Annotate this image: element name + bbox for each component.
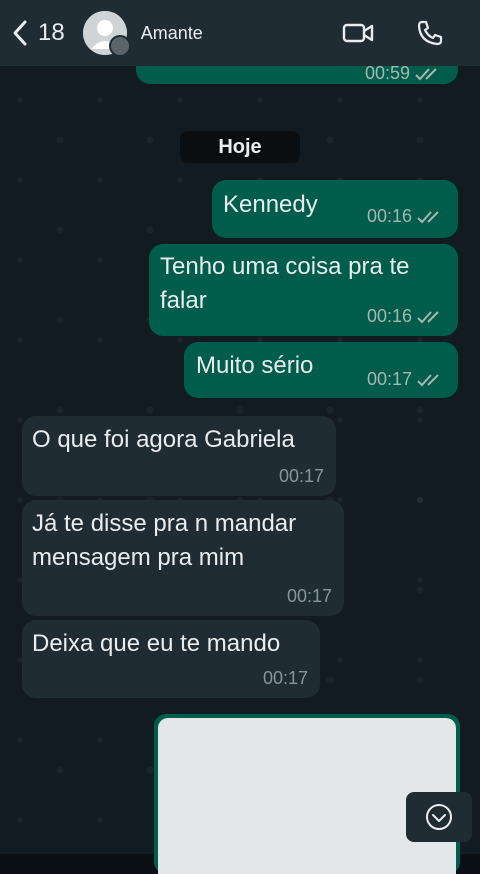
message-bubble-outgoing[interactable]: Kennedy 00:16 [212,180,458,238]
phone-icon[interactable] [414,19,446,47]
message-bubble-incoming[interactable]: Já te disse pra n mandar mensagem pra mi… [22,500,344,616]
chevron-down-circle-icon [426,804,452,830]
message-time: 00:16 [366,306,412,326]
message-list[interactable]: 00:59 Hoje Kennedy 00:16 Tenho uma coisa… [0,46,480,874]
message-time: 00:59 [364,63,410,83]
message-bubble-outgoing[interactable]: Muito sério 00:17 [184,342,458,398]
status-badge [108,35,131,57]
message-text: Já te disse pra n mandar mensagem pra mi… [32,510,297,571]
message-bubble-outgoing[interactable]: Tenho uma coisa pra te falar 00:16 [149,244,458,336]
double-check-icon [417,210,439,223]
message-time: 00:17 [262,668,308,688]
double-check-icon [415,67,437,80]
message-time: 00:16 [366,206,412,226]
chevron-left-icon [13,20,27,46]
message-text: Kennedy [223,191,318,218]
unread-count: 18 [38,19,65,46]
message-text: Deixa que eu te mando [32,630,281,657]
message-bubble-incoming[interactable]: O que foi agora Gabriela 00:17 [22,416,336,496]
message-time: 00:17 [286,586,332,606]
back-button[interactable]: 18 [10,19,65,47]
message-text: O que foi agora Gabriela [32,426,295,453]
scroll-to-bottom-button[interactable] [406,792,472,842]
message-time: 00:17 [366,369,412,389]
contact-name[interactable]: Amante [141,23,203,44]
video-camera-icon[interactable] [342,19,374,47]
double-check-icon [417,373,439,386]
avatar[interactable] [82,11,131,57]
message-time: 00:17 [278,466,324,486]
double-check-icon [417,310,439,323]
chat-header: 18 Amante [0,0,480,66]
message-bubble-incoming[interactable]: Deixa que eu te mando 00:17 [22,620,320,698]
date-separator: Hoje [180,131,300,163]
message-text: Muito sério [196,352,314,379]
